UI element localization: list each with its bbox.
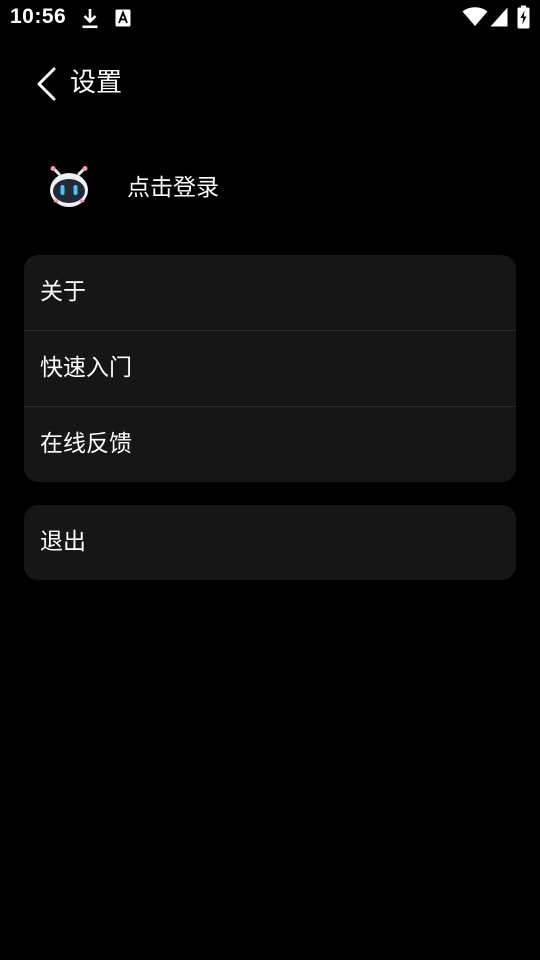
menu-item-label: 快速入门 bbox=[40, 355, 132, 381]
battery-charging-icon bbox=[517, 5, 530, 29]
robot-avatar-icon bbox=[50, 166, 88, 207]
download-icon bbox=[82, 9, 98, 29]
menu-item-about[interactable]: 关于 bbox=[24, 255, 516, 331]
top-bar: 设置 bbox=[0, 56, 540, 112]
status-bar: 10:56 bbox=[0, 0, 540, 36]
menu-item-label: 在线反馈 bbox=[40, 431, 132, 457]
login-row[interactable]: 点击登录 bbox=[0, 158, 540, 218]
settings-menu-card: 关于 快速入门 在线反馈 bbox=[24, 255, 516, 482]
page-title: 设置 bbox=[70, 68, 123, 98]
a-notification-icon bbox=[115, 9, 131, 27]
logout-label: 退出 bbox=[40, 529, 86, 555]
menu-item-label: 关于 bbox=[40, 279, 86, 305]
chevron-left-icon bbox=[37, 67, 56, 101]
logout-button[interactable]: 退出 bbox=[24, 505, 516, 580]
wifi-icon bbox=[462, 7, 488, 26]
menu-item-quick-start[interactable]: 快速入门 bbox=[24, 331, 516, 407]
login-label: 点击登录 bbox=[127, 175, 219, 201]
logout-card: 退出 bbox=[24, 505, 516, 580]
menu-item-feedback[interactable]: 在线反馈 bbox=[24, 407, 516, 482]
cell-signal-icon bbox=[490, 7, 508, 27]
back-button[interactable] bbox=[30, 64, 62, 104]
status-time: 10:56 bbox=[10, 5, 67, 28]
settings-screen: 10:56 设置 点击登录 关于 快速入门 在线反馈 退出 bbox=[0, 0, 540, 960]
